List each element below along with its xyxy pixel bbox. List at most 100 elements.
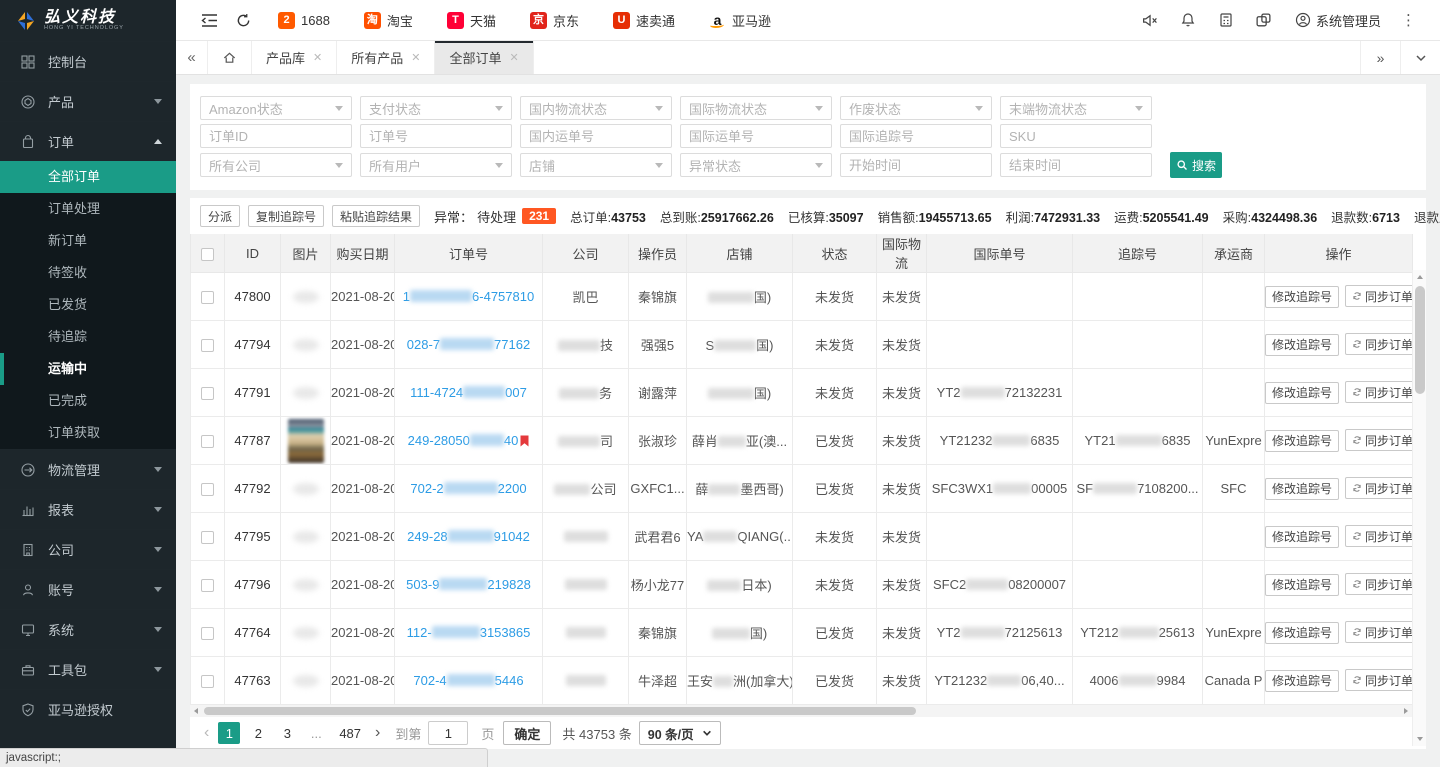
tabs-menu-icon[interactable]	[1400, 41, 1440, 74]
product-thumbnail[interactable]	[288, 419, 324, 463]
submenu-item-订单获取[interactable]: 订单获取	[0, 417, 176, 449]
per-page-select[interactable]: 90 条/页	[639, 721, 721, 745]
row-checkbox[interactable]	[201, 483, 214, 496]
collapse-sidebar-icon[interactable]	[192, 0, 226, 41]
sync-order-button[interactable]: 同步订单	[1345, 477, 1412, 499]
order-number-link[interactable]: 702-22200	[410, 481, 526, 496]
filter-select-所有公司[interactable]: 所有公司	[200, 153, 352, 177]
filter-input-订单ID[interactable]	[200, 124, 352, 148]
order-number-link[interactable]: 249-2891042	[407, 529, 530, 544]
filter-select-Amazon状态[interactable]: Amazon状态	[200, 96, 352, 120]
filter-select-国际物流状态[interactable]: 国际物流状态	[680, 96, 832, 120]
next-page-icon[interactable]: ›	[373, 724, 382, 742]
tab-产品库[interactable]: 产品库✕	[252, 41, 337, 74]
filter-input-国际追踪号[interactable]	[840, 124, 992, 148]
scroll-down-arrow[interactable]	[1417, 737, 1423, 741]
sidebar-item-亚马逊授权[interactable]: 亚马逊授权	[0, 689, 176, 729]
tabs-scroll-right-icon[interactable]: »	[1360, 41, 1400, 74]
horizontal-scrollbar[interactable]	[190, 705, 1412, 717]
marketplace-1688[interactable]: 21688	[278, 12, 330, 29]
edit-tracking-button[interactable]: 修改追踪号	[1265, 430, 1339, 452]
page-3[interactable]: 3	[276, 722, 298, 744]
toolbar-button-粘贴追踪结果[interactable]: 粘贴追踪结果	[332, 205, 420, 227]
tab-close-icon[interactable]: ✕	[411, 51, 420, 64]
order-number-link[interactable]: 112-3153865	[407, 625, 531, 640]
sync-order-button[interactable]: 同步订单	[1345, 381, 1412, 403]
row-checkbox[interactable]	[201, 387, 214, 400]
edit-tracking-button[interactable]: 修改追踪号	[1265, 334, 1339, 356]
edit-tracking-button[interactable]: 修改追踪号	[1265, 382, 1339, 404]
pending-count-badge[interactable]: 231	[522, 208, 556, 224]
submenu-item-新订单[interactable]: 新订单	[0, 225, 176, 257]
filter-select-作废状态[interactable]: 作废状态	[840, 96, 992, 120]
filter-input-订单号[interactable]	[360, 124, 512, 148]
tab-全部订单[interactable]: 全部订单✕	[435, 41, 533, 74]
filter-select-国内物流状态[interactable]: 国内物流状态	[520, 96, 672, 120]
refresh-icon[interactable]	[226, 0, 260, 41]
vertical-scrollbar[interactable]	[1412, 270, 1426, 746]
edit-tracking-button[interactable]: 修改追踪号	[1265, 574, 1339, 596]
sidebar-item-报表[interactable]: 报表	[0, 489, 176, 529]
goto-page-input[interactable]	[428, 721, 468, 745]
horizontal-scroll-thumb[interactable]	[204, 707, 916, 715]
toolbar-button-复制追踪号[interactable]: 复制追踪号	[248, 205, 324, 227]
sync-order-button[interactable]: 同步订单	[1345, 573, 1412, 595]
service-apps-icon[interactable]	[1247, 0, 1281, 41]
marketplace-京东[interactable]: 京京东	[530, 11, 579, 30]
scroll-left-arrow[interactable]	[194, 708, 198, 714]
marketplace-亚马逊[interactable]: a亚马逊	[709, 11, 771, 30]
sync-order-button[interactable]: 同步订单	[1345, 621, 1412, 643]
row-checkbox[interactable]	[201, 531, 214, 544]
filter-select-异常状态[interactable]: 异常状态	[680, 153, 832, 177]
tab-所有产品[interactable]: 所有产品✕	[337, 41, 435, 74]
page-1[interactable]: 1	[218, 722, 240, 744]
select-all-checkbox[interactable]	[201, 248, 214, 261]
sidebar-item-订单[interactable]: 订单	[0, 121, 176, 161]
page-487[interactable]: 487	[334, 722, 366, 744]
confirm-page-button[interactable]: 确定	[503, 721, 551, 745]
sidebar-item-控制台[interactable]: 控制台	[0, 41, 176, 81]
order-number-link[interactable]: 111-4724007	[410, 385, 527, 400]
edit-tracking-button[interactable]: 修改追踪号	[1265, 478, 1339, 500]
row-checkbox[interactable]	[201, 339, 214, 352]
marketplace-速卖通[interactable]: U速卖通	[613, 11, 675, 30]
row-checkbox[interactable]	[201, 675, 214, 688]
row-checkbox[interactable]	[201, 291, 214, 304]
order-number-link[interactable]: 249-2805040	[408, 433, 519, 448]
sync-order-button[interactable]: 同步订单	[1345, 333, 1412, 355]
sidebar-item-系统[interactable]: 系统	[0, 609, 176, 649]
marketplace-天猫[interactable]: T天猫	[447, 11, 496, 30]
order-number-link[interactable]: 702-45446	[413, 673, 523, 688]
order-number-link[interactable]: 16-4757810	[403, 289, 534, 304]
filter-select-所有用户[interactable]: 所有用户	[360, 153, 512, 177]
user-menu[interactable]: 系统管理员	[1285, 11, 1391, 30]
submenu-item-已发货[interactable]: 已发货	[0, 289, 176, 321]
row-checkbox[interactable]	[201, 627, 214, 640]
tabs-scroll-left-icon[interactable]: «	[176, 41, 208, 74]
sync-order-button[interactable]: 同步订单	[1345, 429, 1412, 451]
toolbar-button-分派[interactable]: 分派	[200, 205, 240, 227]
marketplace-淘宝[interactable]: 淘淘宝	[364, 11, 413, 30]
home-tab[interactable]	[208, 41, 252, 74]
sync-order-button[interactable]: 同步订单	[1345, 285, 1412, 307]
tab-close-icon[interactable]: ✕	[509, 51, 518, 64]
page-2[interactable]: 2	[247, 722, 269, 744]
order-number-link[interactable]: 028-777162	[407, 337, 530, 352]
submenu-item-已完成[interactable]: 已完成	[0, 385, 176, 417]
filter-select-店铺[interactable]: 店铺	[520, 153, 672, 177]
filter-input-结束时间[interactable]	[1000, 153, 1152, 177]
submenu-item-全部订单[interactable]: 全部订单	[0, 161, 176, 193]
row-checkbox[interactable]	[201, 435, 214, 448]
filter-select-末端物流状态[interactable]: 末端物流状态	[1000, 96, 1152, 120]
submenu-item-订单处理[interactable]: 订单处理	[0, 193, 176, 225]
submenu-item-待签收[interactable]: 待签收	[0, 257, 176, 289]
edit-tracking-button[interactable]: 修改追踪号	[1265, 670, 1339, 692]
edit-tracking-button[interactable]: 修改追踪号	[1265, 622, 1339, 644]
search-button[interactable]: 搜索	[1170, 152, 1222, 178]
edit-tracking-button[interactable]: 修改追踪号	[1265, 286, 1339, 308]
filter-input-国内运单号[interactable]	[520, 124, 672, 148]
announcement-icon[interactable]	[1133, 0, 1167, 41]
sidebar-item-公司[interactable]: 公司	[0, 529, 176, 569]
submenu-item-运输中[interactable]: 运输中	[0, 353, 176, 385]
sync-order-button[interactable]: 同步订单	[1345, 669, 1412, 691]
